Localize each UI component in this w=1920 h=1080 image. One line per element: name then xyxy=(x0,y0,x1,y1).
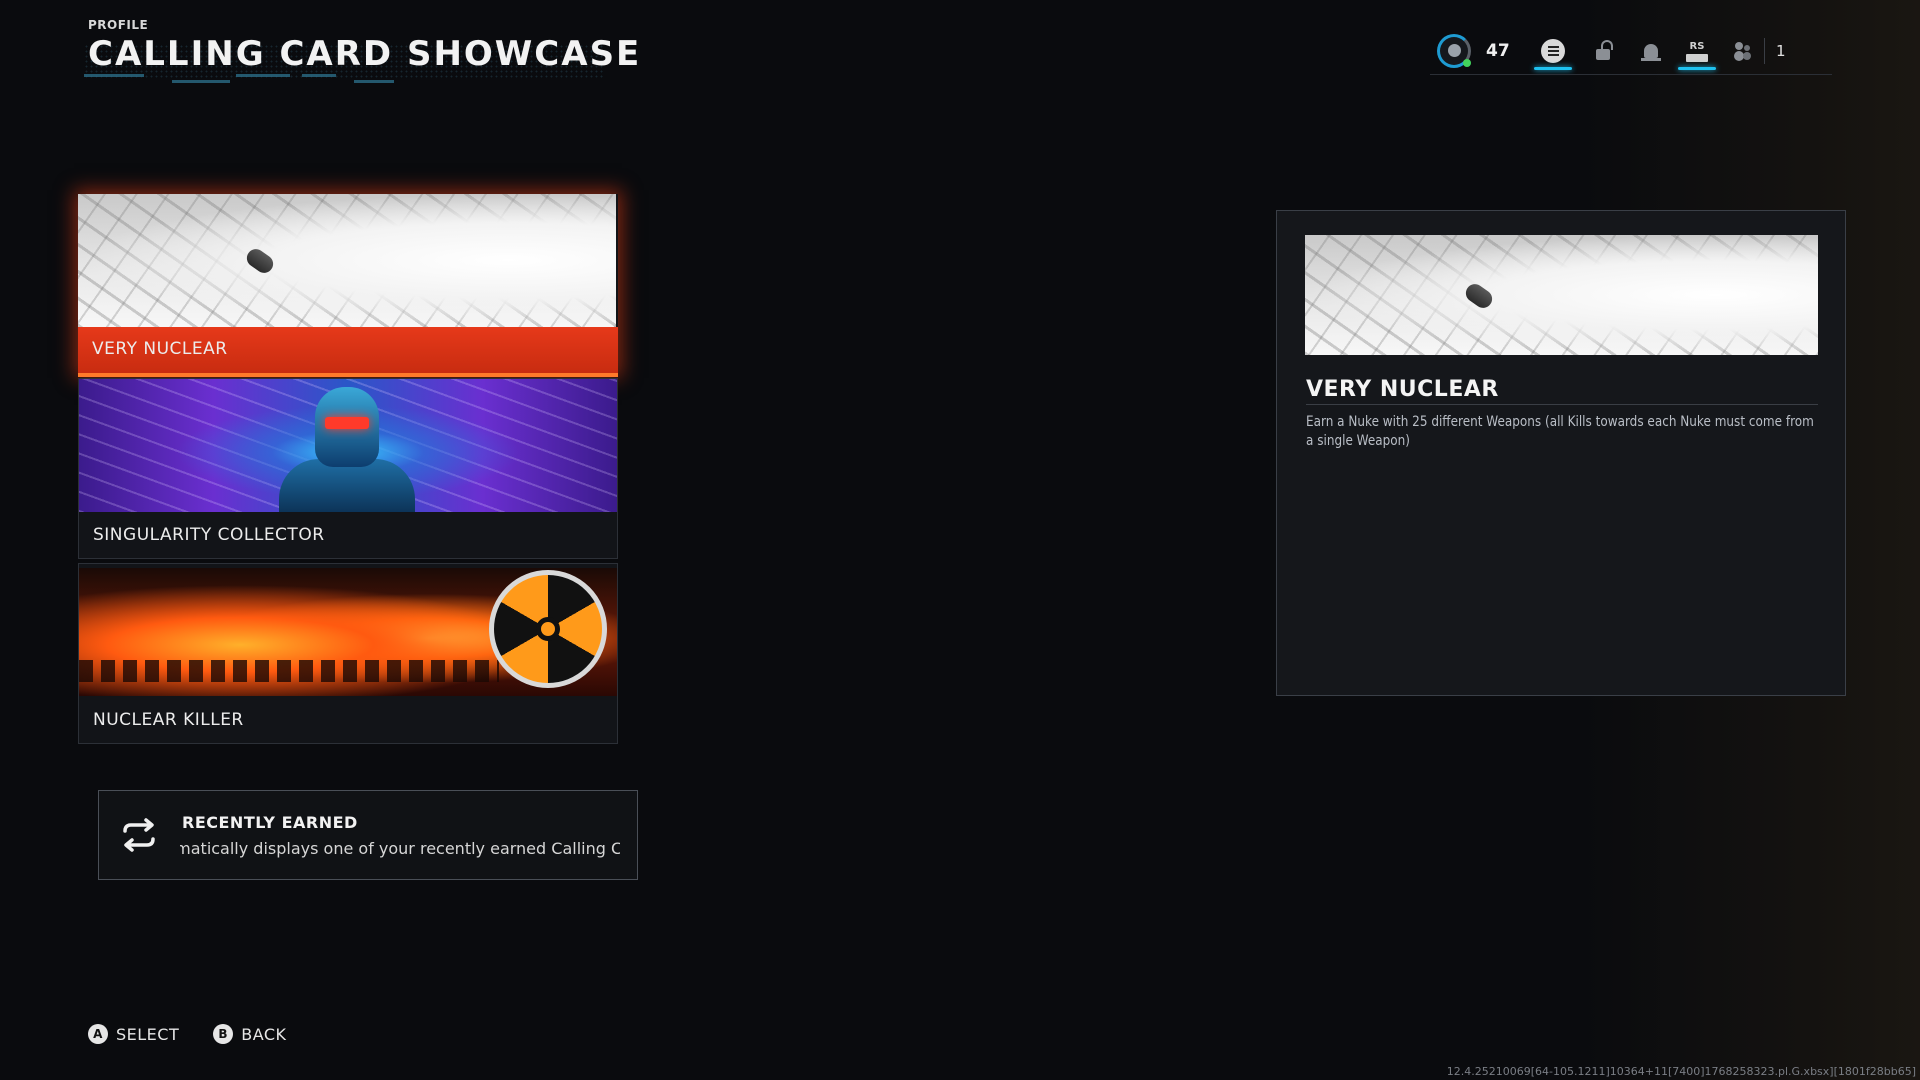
player-rank-icon[interactable] xyxy=(1434,28,1474,74)
button-prompts: A SELECT B BACK xyxy=(88,1024,287,1044)
controller-icon xyxy=(1686,53,1708,62)
breadcrumb: PROFILE xyxy=(88,18,149,32)
top-status-bar: 47 RS 1 xyxy=(1430,28,1830,74)
player-level: 47 xyxy=(1486,41,1510,61)
topbar-divider xyxy=(1764,38,1765,64)
a-button-icon: A xyxy=(88,1024,108,1044)
recently-earned-description: Automatically displays one of your recen… xyxy=(180,839,620,858)
notifications-tab[interactable] xyxy=(1634,28,1668,74)
radiation-icon xyxy=(489,570,607,688)
recently-earned-option[interactable]: RECENTLY EARNED Automatically displays o… xyxy=(98,790,638,880)
active-tab-indicator xyxy=(1678,67,1716,70)
back-prompt[interactable]: B BACK xyxy=(213,1024,286,1044)
menu-icon xyxy=(1541,39,1565,63)
page-header: PROFILE CALLING CARD SHOWCASE xyxy=(88,18,641,74)
cycle-icon xyxy=(123,818,155,852)
select-prompt[interactable]: A SELECT xyxy=(88,1024,179,1044)
bell-icon xyxy=(1641,44,1661,61)
recently-earned-description-marquee: Automatically displays one of your recen… xyxy=(180,839,620,858)
card-detail-panel: VERY NUCLEAR Earn a Nuke with 25 differe… xyxy=(1276,210,1846,696)
menu-tab[interactable] xyxy=(1534,28,1572,74)
social-tab[interactable] xyxy=(1726,28,1760,74)
back-label: BACK xyxy=(241,1024,287,1044)
detail-description: Earn a Nuke with 25 different Weapons (a… xyxy=(1306,414,1814,449)
build-version: 12.4.25210069[64-105.1211]10364+11[7400]… xyxy=(1446,1065,1916,1078)
calling-card-very-nuclear[interactable]: VERY NUCLEAR xyxy=(78,194,618,377)
title-decoration-bars xyxy=(84,74,604,92)
page-title: CALLING CARD SHOWCASE xyxy=(88,34,642,74)
calling-card-singularity-collector[interactable]: SINGULARITY COLLECTOR xyxy=(78,378,618,559)
calling-card-art-nuclear-killer xyxy=(79,568,617,696)
unlocks-tab[interactable] xyxy=(1586,28,1620,74)
party-count: 1 xyxy=(1776,42,1786,60)
lock-icon xyxy=(1596,39,1613,60)
select-label: SELECT xyxy=(116,1024,180,1044)
card-name: VERY NUCLEAR xyxy=(92,339,228,359)
calling-card-art-very-nuclear xyxy=(78,194,616,327)
b-button-icon: B xyxy=(213,1024,234,1044)
recently-earned-title: RECENTLY EARNED xyxy=(182,813,358,832)
detail-title: VERY NUCLEAR xyxy=(1306,377,1499,402)
rs-label: RS xyxy=(1689,40,1705,52)
card-name: SINGULARITY COLLECTOR xyxy=(93,525,325,545)
calling-card-nuclear-killer[interactable]: NUCLEAR KILLER xyxy=(78,563,618,744)
detail-card-art xyxy=(1305,235,1818,355)
active-tab-indicator xyxy=(1534,67,1572,70)
detail-divider xyxy=(1306,404,1818,405)
rs-tab[interactable]: RS xyxy=(1678,28,1716,74)
topbar-underline xyxy=(1430,74,1832,75)
calling-card-art-singularity-collector xyxy=(79,379,617,512)
card-name: NUCLEAR KILLER xyxy=(93,710,244,730)
party-icon xyxy=(1735,42,1751,60)
